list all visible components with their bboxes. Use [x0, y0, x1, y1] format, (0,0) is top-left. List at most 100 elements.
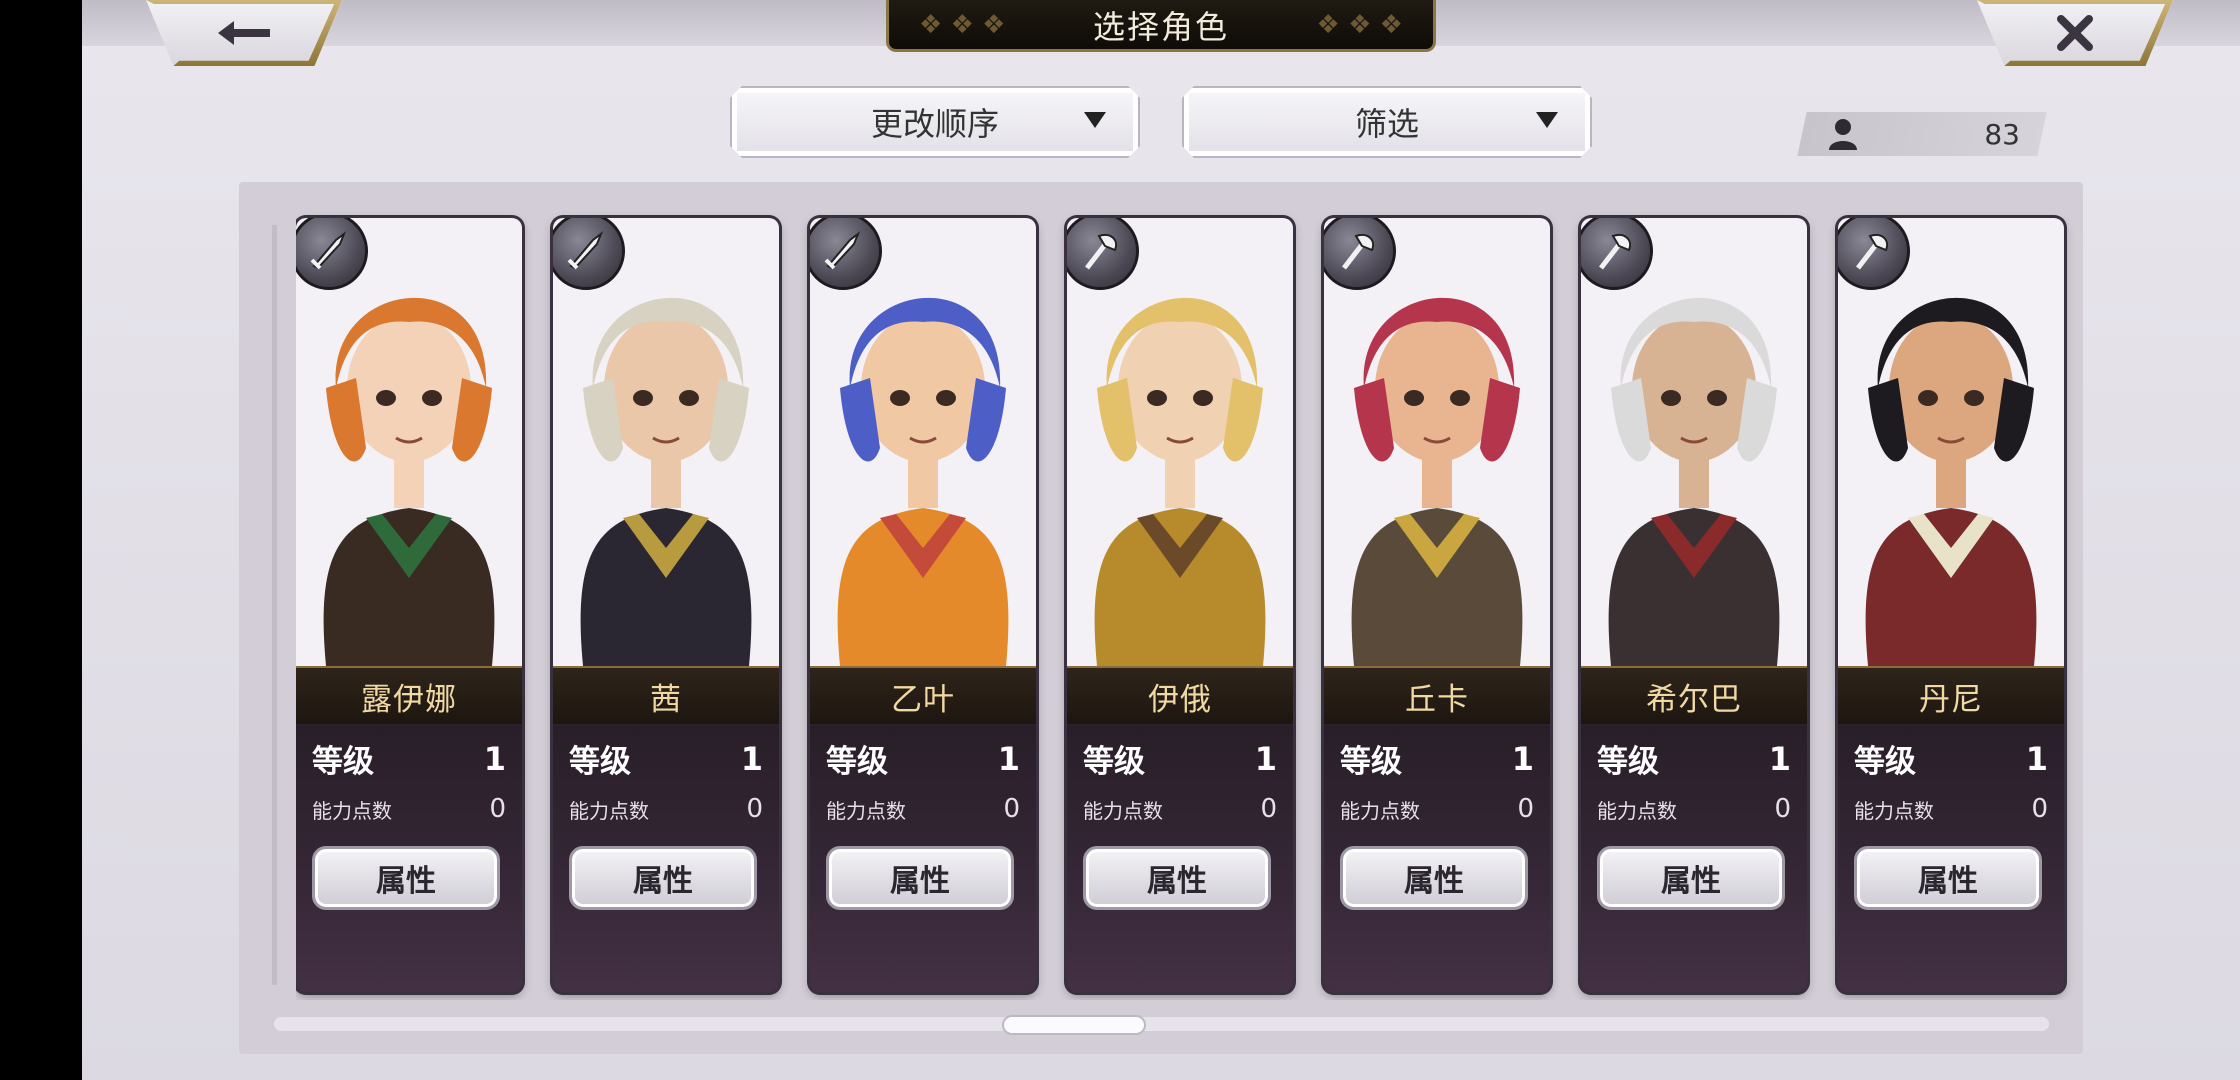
ability-points-label: 能力点数	[826, 798, 906, 823]
level-label: 等级	[1340, 744, 1402, 780]
attributes-button[interactable]: 属性	[1083, 846, 1271, 910]
level-label: 等级	[1083, 744, 1145, 780]
axe-icon	[1342, 234, 1374, 270]
character-card[interactable]: 露伊娜等级 1 能力点数 0 属性	[296, 218, 522, 992]
character-card[interactable]: 伊俄 等级 1 能力点数 0 属性	[1067, 218, 1293, 992]
ability-points-row: 能力点数 0	[1854, 794, 2048, 824]
ability-points-row: 能力点数 0	[312, 794, 506, 824]
filter-label: 筛选	[1354, 105, 1419, 143]
character-name: 希尔巴	[1646, 681, 1742, 718]
level-label: 等级	[1597, 744, 1659, 780]
character-name: 露伊娜	[361, 681, 457, 718]
ability-points-label: 能力点数	[1597, 798, 1677, 823]
character-name: 丘卡	[1405, 681, 1469, 718]
ability-points-row: 能力点数 0	[826, 794, 1020, 824]
character-name: 乙叶	[891, 681, 955, 718]
attributes-button-label: 属性	[1661, 864, 1721, 899]
ability-points-value: 0	[746, 794, 763, 824]
level-value: 1	[483, 739, 506, 778]
character-name-bar: 伊俄	[1067, 666, 1293, 726]
ability-points-row: 能力点数 0	[1340, 794, 1534, 824]
character-stats: 等级 1 能力点数 0 属性	[553, 724, 779, 992]
character-name-bar: 丹尼	[1838, 666, 2064, 726]
attributes-button[interactable]: 属性	[826, 846, 1014, 910]
game-screen: ❖ ❖ ❖ 选择角色 ❖ ❖ ❖ 更改顺序 筛选 83 露伊娜等级 1 能力点数 0 属…	[82, 0, 2240, 1080]
level-row: 等级 1	[826, 736, 1020, 781]
character-name: 茜	[650, 681, 682, 718]
ability-points-label: 能力点数	[312, 798, 392, 823]
sort-order-dropdown[interactable]: 更改顺序	[730, 86, 1140, 158]
character-name: 伊俄	[1148, 681, 1212, 718]
sword-icon	[567, 231, 604, 270]
level-value: 1	[997, 739, 1020, 778]
horizontal-scrollbar-thumb[interactable]	[1002, 1015, 1146, 1035]
character-card[interactable]: 丹尼 等级 1 能力点数 0 属性	[1838, 218, 2064, 992]
ability-points-value: 0	[1517, 794, 1534, 824]
ability-points-label: 能力点数	[1083, 798, 1163, 823]
character-stats: 等级 1 能力点数 0 属性	[810, 724, 1036, 992]
level-row: 等级 1	[569, 736, 763, 781]
filter-dropdown[interactable]: 筛选	[1182, 86, 1592, 158]
attributes-button[interactable]: 属性	[569, 846, 757, 910]
axe-icon	[1856, 234, 1888, 270]
character-stats: 等级 1 能力点数 0 属性	[296, 724, 522, 992]
level-value: 1	[1254, 739, 1277, 778]
ability-points-value: 0	[489, 794, 506, 824]
ability-points-value: 0	[1003, 794, 1020, 824]
level-label: 等级	[312, 744, 374, 780]
attributes-button-label: 属性	[376, 864, 436, 899]
attributes-button[interactable]: 属性	[1597, 846, 1785, 910]
level-label: 等级	[569, 744, 631, 780]
character-name-bar: 茜	[553, 666, 779, 726]
title-plate: ❖ ❖ ❖ 选择角色 ❖ ❖ ❖	[886, 0, 1436, 52]
attributes-button[interactable]: 属性	[312, 846, 500, 910]
character-card[interactable]: 茜等级 1 能力点数 0 属性	[553, 218, 779, 992]
ability-points-label: 能力点数	[569, 798, 649, 823]
level-label: 等级	[826, 744, 888, 780]
sword-icon	[824, 231, 861, 270]
character-card[interactable]: 丘卡 等级 1 能力点数 0 属性	[1324, 218, 1550, 992]
attributes-button[interactable]: 属性	[1854, 846, 2042, 910]
axe-icon	[1599, 234, 1631, 270]
ability-points-label: 能力点数	[1854, 798, 1934, 823]
character-card[interactable]: 希尔巴等级 1 能力点数 0 属性	[1581, 218, 1807, 992]
ability-points-value: 0	[1774, 794, 1791, 824]
arrow-left-icon	[218, 21, 270, 45]
character-name-bar: 丘卡	[1324, 666, 1550, 726]
character-count-value: 83	[1984, 117, 2020, 151]
ability-points-row: 能力点数 0	[1597, 794, 1791, 824]
level-label: 等级	[1854, 744, 1916, 780]
sword-icon	[310, 231, 347, 270]
sort-order-label: 更改顺序	[870, 105, 999, 143]
character-stats: 等级 1 能力点数 0 属性	[1324, 724, 1550, 992]
attributes-button-label: 属性	[1918, 864, 1978, 899]
character-name-bar: 露伊娜	[296, 666, 522, 726]
attributes-button-label: 属性	[633, 864, 693, 899]
level-row: 等级 1	[1854, 736, 2048, 781]
character-name: 丹尼	[1919, 681, 1983, 718]
attributes-button-label: 属性	[1404, 864, 1464, 899]
ability-points-label: 能力点数	[1340, 798, 1420, 823]
back-button[interactable]	[146, 0, 342, 66]
character-card-list[interactable]: 露伊娜 等级 1 能力点数 0 属性茜等级 1 能力点数 0 属性 乙叶 等级 1 能力点数 0 属性 伊俄 等级…	[296, 210, 2128, 1000]
ornament-left: ❖ ❖ ❖	[919, 10, 1006, 40]
horizontal-scrollbar-track[interactable]	[274, 1017, 2049, 1031]
close-button[interactable]	[1977, 0, 2173, 66]
close-icon	[2057, 15, 2093, 51]
axe-icon	[1085, 234, 1117, 270]
character-count: 83	[1824, 112, 2034, 156]
character-card[interactable]: 乙叶 等级 1 能力点数 0 属性	[810, 218, 1036, 992]
panel-divider	[272, 225, 277, 985]
level-row: 等级 1	[312, 736, 506, 781]
ability-points-row: 能力点数 0	[1083, 794, 1277, 824]
character-stats: 等级 1 能力点数 0 属性	[1067, 724, 1293, 992]
page-title: 选择角色	[1092, 7, 1229, 46]
attributes-button-label: 属性	[890, 864, 950, 899]
level-value: 1	[1768, 739, 1791, 778]
character-stats: 等级 1 能力点数 0 属性	[1581, 724, 1807, 992]
level-row: 等级 1	[1597, 736, 1791, 781]
ability-points-value: 0	[1260, 794, 1277, 824]
attributes-button[interactable]: 属性	[1340, 846, 1528, 910]
chevron-down-icon	[1536, 112, 1558, 128]
level-value: 1	[2025, 739, 2048, 778]
